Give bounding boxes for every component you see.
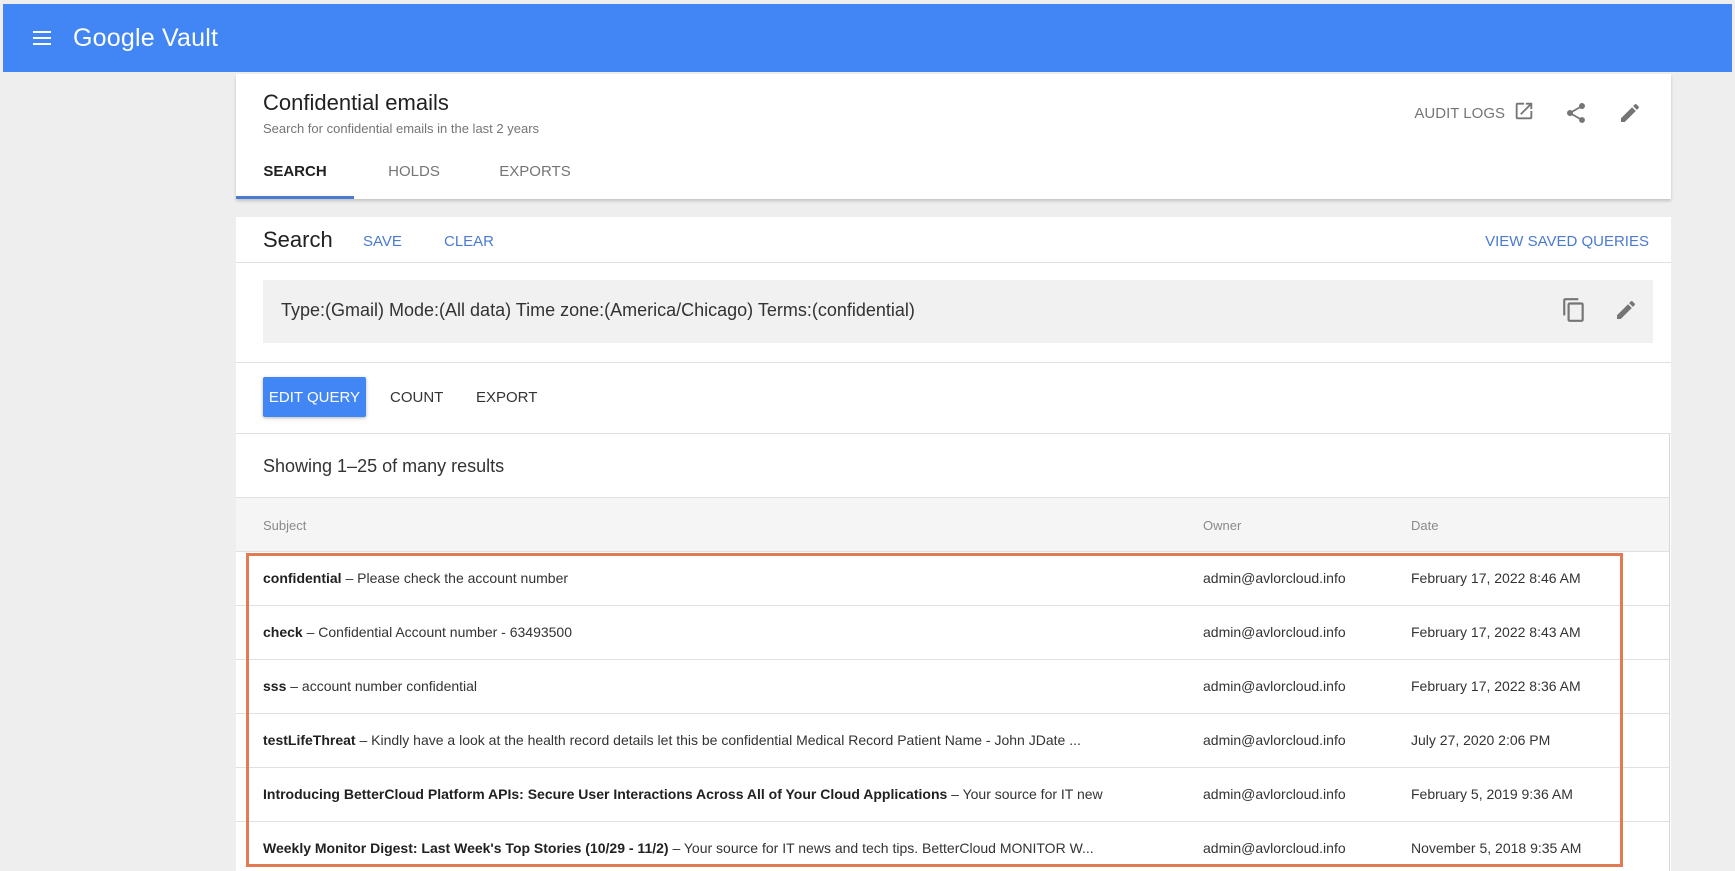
search-panel: Search SAVE CLEAR VIEW SAVED QUERIES Typ… bbox=[236, 217, 1671, 871]
row-date: February 17, 2022 8:43 AM bbox=[1411, 624, 1581, 640]
row-subject-cell: sss – account number confidential bbox=[263, 678, 1103, 694]
view-saved-queries-link[interactable]: VIEW SAVED QUERIES bbox=[1485, 233, 1649, 250]
tab-exports[interactable]: EXPORTS bbox=[474, 151, 596, 199]
table-row[interactable]: check – Confidential Account number - 63… bbox=[236, 606, 1669, 660]
matter-actions: AUDIT LOGS bbox=[1414, 100, 1643, 126]
row-snippet: – Your source for IT news and tech tips.… bbox=[668, 840, 1094, 856]
row-owner: admin@avlorcloud.info bbox=[1203, 624, 1346, 640]
table-row[interactable]: sss – account number confidential admin@a… bbox=[236, 660, 1669, 714]
matter-header: Confidential emails Search for confident… bbox=[236, 74, 1671, 199]
row-subject-cell: testLifeThreat – Kindly have a look at t… bbox=[263, 732, 1103, 748]
table-row[interactable]: confidential – Please check the account … bbox=[236, 552, 1669, 606]
row-owner: admin@avlorcloud.info bbox=[1203, 732, 1346, 748]
query-summary-box: Type:(Gmail) Mode:(All data) Time zone:(… bbox=[263, 280, 1653, 343]
search-title: Search bbox=[263, 227, 333, 252]
row-snippet: – Kindly have a look at the health recor… bbox=[355, 732, 1081, 748]
row-subject: confidential bbox=[263, 570, 342, 586]
matter-description: Search for confidential emails in the la… bbox=[263, 121, 540, 136]
row-subject-cell: Weekly Monitor Digest: Last Week's Top S… bbox=[263, 840, 1103, 856]
edit-icon[interactable] bbox=[1617, 100, 1643, 126]
save-button[interactable]: SAVE bbox=[363, 233, 402, 250]
row-subject-cell: confidential – Please check the account … bbox=[263, 570, 1103, 586]
row-snippet: – Confidential Account number - 63493500 bbox=[302, 624, 572, 640]
count-button[interactable]: COUNT bbox=[390, 377, 443, 417]
row-snippet: – Your source for IT new... bbox=[947, 786, 1103, 802]
query-summary: Type:(Gmail) Mode:(All data) Time zone:(… bbox=[281, 300, 915, 320]
row-subject-cell: Introducing BetterCloud Platform APIs: S… bbox=[263, 786, 1103, 802]
tab-search[interactable]: SEARCH bbox=[236, 151, 354, 199]
column-header-owner[interactable]: Owner bbox=[1203, 518, 1241, 533]
row-snippet: – Please check the account number bbox=[341, 570, 569, 586]
row-date: July 27, 2020 2:06 PM bbox=[1411, 732, 1551, 748]
row-date: February 17, 2022 8:36 AM bbox=[1411, 678, 1581, 694]
row-subject: Weekly Monitor Digest: Last Week's Top S… bbox=[263, 840, 669, 856]
results-section: Showing 1–25 of many results Subject Own… bbox=[236, 434, 1670, 871]
table-row[interactable]: testLifeThreat – Kindly have a look at t… bbox=[236, 714, 1669, 768]
row-owner: admin@avlorcloud.info bbox=[1203, 840, 1346, 856]
matter-tabs: SEARCH HOLDS EXPORTS bbox=[236, 151, 596, 199]
app-header: Google Vault bbox=[3, 4, 1732, 72]
search-header: Search SAVE CLEAR VIEW SAVED QUERIES bbox=[236, 217, 1671, 263]
row-owner: admin@avlorcloud.info bbox=[1203, 678, 1346, 694]
row-subject: sss bbox=[263, 678, 287, 694]
results-summary: Showing 1–25 of many results bbox=[236, 434, 1669, 498]
query-actions: EDIT QUERY COUNT EXPORT bbox=[236, 363, 1671, 434]
share-icon[interactable] bbox=[1563, 100, 1589, 126]
column-header-subject[interactable]: Subject bbox=[263, 518, 306, 533]
row-subject-cell: check – Confidential Account number - 63… bbox=[263, 624, 1103, 640]
column-header-date[interactable]: Date bbox=[1411, 518, 1438, 533]
edit-query-button[interactable]: EDIT QUERY bbox=[263, 377, 366, 417]
menu-icon[interactable] bbox=[30, 26, 54, 50]
row-owner: admin@avlorcloud.info bbox=[1203, 786, 1346, 802]
row-owner: admin@avlorcloud.info bbox=[1203, 570, 1346, 586]
row-date: February 5, 2019 9:36 AM bbox=[1411, 786, 1573, 802]
clear-button[interactable]: CLEAR bbox=[444, 233, 494, 250]
export-button[interactable]: EXPORT bbox=[476, 377, 537, 417]
tab-holds[interactable]: HOLDS bbox=[354, 151, 474, 199]
table-row[interactable]: Weekly Monitor Digest: Last Week's Top S… bbox=[236, 822, 1669, 871]
row-date: November 5, 2018 9:35 AM bbox=[1411, 840, 1582, 856]
row-subject: testLifeThreat bbox=[263, 732, 356, 748]
edit-query-icon[interactable] bbox=[1613, 297, 1639, 323]
row-subject: check bbox=[263, 624, 303, 640]
query-section: Type:(Gmail) Mode:(All data) Time zone:(… bbox=[236, 263, 1671, 363]
results-table-body: confidential – Please check the account … bbox=[236, 552, 1669, 871]
row-snippet: – account number confidential bbox=[286, 678, 478, 694]
matter-title: Confidential emails bbox=[263, 90, 449, 115]
open-in-new-icon bbox=[1513, 100, 1535, 126]
copy-icon[interactable] bbox=[1561, 297, 1587, 323]
audit-logs-label: AUDIT LOGS bbox=[1414, 104, 1505, 122]
table-row[interactable]: Introducing BetterCloud Platform APIs: S… bbox=[236, 768, 1669, 822]
row-subject: Introducing BetterCloud Platform APIs: S… bbox=[263, 786, 948, 802]
audit-logs-button[interactable]: AUDIT LOGS bbox=[1414, 100, 1535, 126]
row-date: February 17, 2022 8:46 AM bbox=[1411, 570, 1581, 586]
results-table-header: Subject Owner Date bbox=[236, 498, 1669, 552]
app-logo[interactable]: Google Vault bbox=[73, 24, 218, 53]
